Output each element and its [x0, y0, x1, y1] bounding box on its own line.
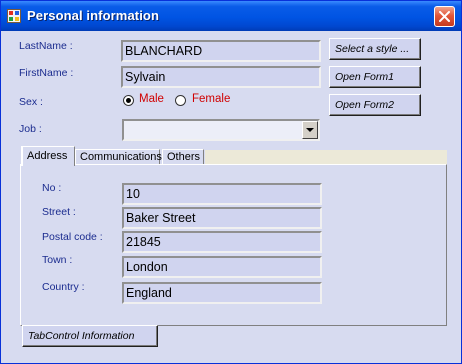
- postal-code-field[interactable]: 21845: [122, 231, 322, 253]
- close-button[interactable]: [434, 6, 455, 27]
- street-label: Street :: [42, 206, 76, 218]
- no-label: No :: [42, 182, 62, 194]
- open-form1-button[interactable]: Open Form1: [329, 66, 421, 88]
- country-field[interactable]: England: [122, 282, 322, 304]
- open-form2-button[interactable]: Open Form2: [329, 94, 421, 116]
- no-field[interactable]: 10: [122, 183, 322, 205]
- window: Personal information LastName : BLANCHAR…: [0, 0, 462, 364]
- chevron-down-icon: [306, 128, 314, 132]
- town-label: Town :: [42, 254, 73, 266]
- firstname-label: FirstName :: [19, 67, 74, 79]
- form-app-icon: [7, 9, 21, 23]
- window-title: Personal information: [27, 8, 160, 23]
- lastname-label: LastName :: [19, 40, 73, 52]
- street-field[interactable]: Baker Street: [122, 207, 322, 229]
- female-label[interactable]: Female: [192, 93, 230, 105]
- female-radio[interactable]: [175, 95, 186, 106]
- close-icon: [439, 11, 450, 22]
- country-label: Country :: [42, 281, 85, 293]
- tab-address[interactable]: Address: [21, 146, 75, 166]
- job-dropdown-button[interactable]: [302, 121, 318, 139]
- firstname-field[interactable]: Sylvain: [121, 66, 321, 88]
- tabcontrol-info-button[interactable]: TabControl Information: [22, 325, 158, 347]
- postal-code-label: Postal code :: [42, 231, 103, 243]
- male-radio[interactable]: [123, 95, 134, 106]
- job-label: Job :: [19, 123, 42, 135]
- sex-label: Sex :: [19, 96, 43, 108]
- title-bar[interactable]: Personal information: [1, 1, 461, 31]
- client-area: LastName : BLANCHARD FirstName : Sylvain…: [4, 31, 458, 360]
- address-tab-panel: No : 10 Street : Baker Street Postal cod…: [20, 164, 447, 326]
- select-style-button[interactable]: Select a style ...: [329, 38, 421, 60]
- tab-strip-background: [205, 150, 447, 165]
- male-label[interactable]: Male: [139, 93, 164, 105]
- job-dropdown[interactable]: [122, 119, 320, 141]
- town-field[interactable]: London: [122, 256, 322, 278]
- lastname-field[interactable]: BLANCHARD: [121, 40, 321, 62]
